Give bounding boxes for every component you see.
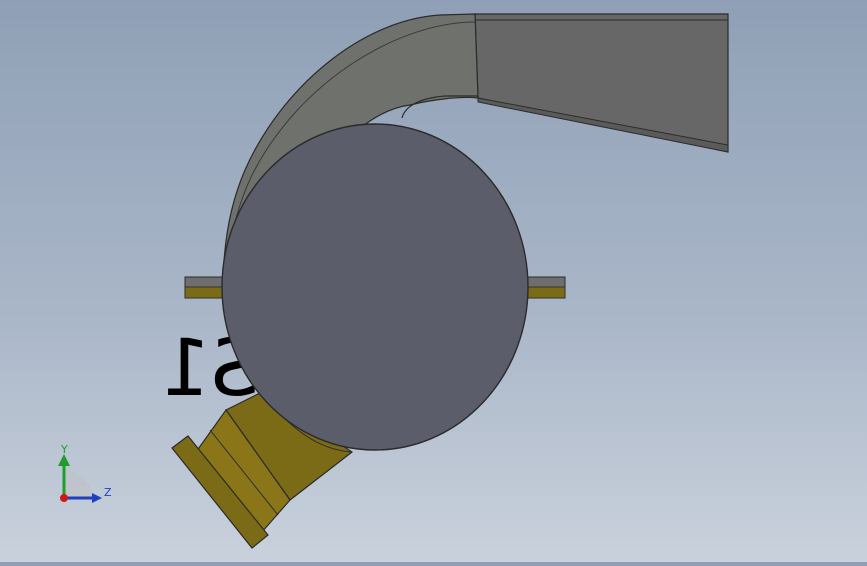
view-triad: Y Z xyxy=(50,440,120,510)
model-viewport[interactable]: S1 xyxy=(0,0,867,562)
z-axis-arrowhead-icon xyxy=(92,493,102,503)
triad-backdrop xyxy=(64,470,92,498)
outlet-duct[interactable] xyxy=(474,13,729,153)
fan-housing-disk[interactable] xyxy=(221,123,529,451)
y-axis-label: Y xyxy=(60,443,68,456)
origin-icon xyxy=(60,494,68,502)
z-axis-label: Z xyxy=(104,486,112,499)
shaft-left-band xyxy=(184,286,226,299)
model-canvas[interactable]: S1 xyxy=(0,0,867,562)
shaft-right-band xyxy=(524,286,566,299)
